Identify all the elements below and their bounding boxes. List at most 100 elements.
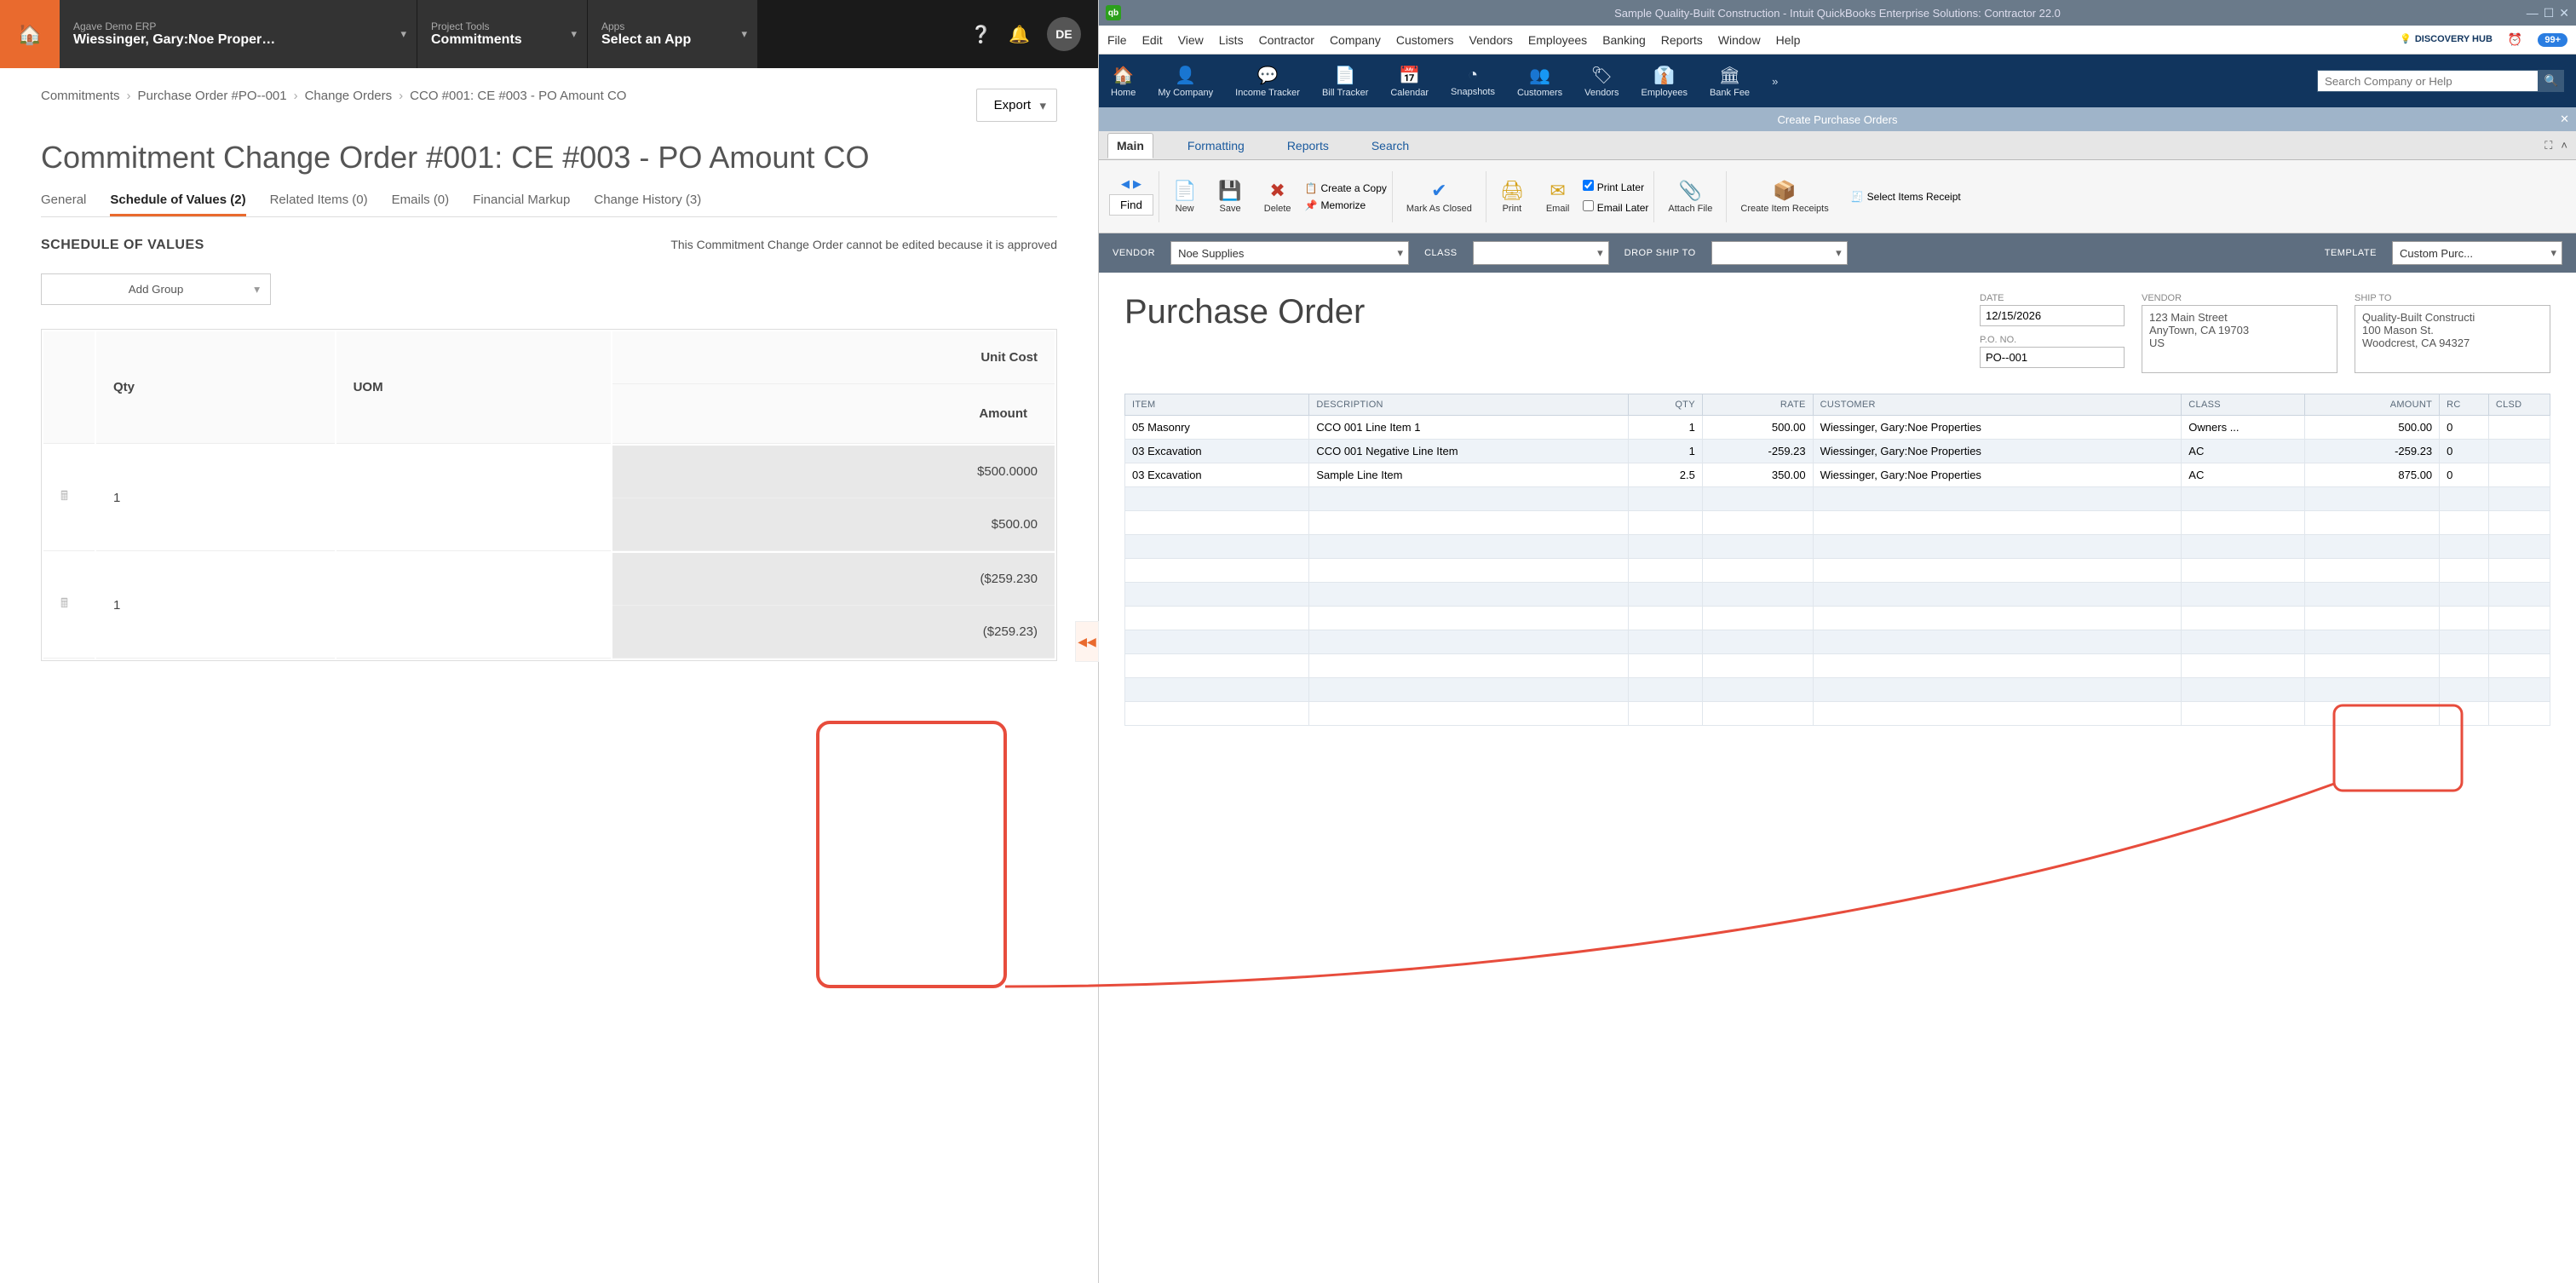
mark-closed-button[interactable]: ✔Mark As Closed: [1398, 180, 1481, 214]
tb-vendors[interactable]: 🏷Vendors: [1584, 65, 1619, 98]
find-button[interactable]: Find: [1109, 194, 1153, 216]
table-row[interactable]: 05 MasonryCCO 001 Line Item 11500.00Wies…: [1125, 416, 2550, 440]
vendor-addr-label: VENDOR: [2142, 293, 2337, 303]
maximize-icon[interactable]: ☐: [2544, 6, 2555, 20]
tb-customers[interactable]: 👥Customers: [1517, 65, 1562, 98]
help-icon[interactable]: ❔: [970, 24, 992, 45]
table-row[interactable]: 🖩 1 $500.0000 $500.00: [43, 446, 1055, 551]
menu-lists[interactable]: Lists: [1219, 33, 1244, 47]
tab-sov[interactable]: Schedule of Values (2): [110, 186, 245, 216]
table-row[interactable]: 03 ExcavationCCO 001 Negative Line Item1…: [1125, 440, 2550, 463]
new-button[interactable]: 📄New: [1164, 180, 1205, 214]
tb-my-company[interactable]: 👤My Company: [1158, 65, 1213, 98]
tab-emails[interactable]: Emails (0): [392, 186, 450, 216]
tab-markup[interactable]: Financial Markup: [473, 186, 570, 216]
menu-banking[interactable]: Banking: [1602, 33, 1646, 47]
avatar[interactable]: DE: [1047, 17, 1081, 51]
tb-home[interactable]: 🏠Home: [1111, 65, 1136, 98]
table-row[interactable]: 03 ExcavationSample Line Item2.5350.00Wi…: [1125, 463, 2550, 487]
project-tools-selector[interactable]: Project Tools Commitments: [417, 0, 588, 68]
tb-income-tracker[interactable]: 💬Income Tracker: [1235, 65, 1300, 98]
menu-customers[interactable]: Customers: [1396, 33, 1454, 47]
menu-reports[interactable]: Reports: [1661, 33, 1703, 47]
apps-selector[interactable]: Apps Select an App: [588, 0, 758, 68]
menu-vendors[interactable]: Vendors: [1469, 33, 1513, 47]
next-icon[interactable]: ▶: [1133, 177, 1141, 191]
crumb-change-orders[interactable]: Change Orders: [305, 89, 393, 103]
bell-icon[interactable]: 🔔: [1009, 24, 1030, 45]
shipto-address[interactable]: Quality-Built Constructi 100 Mason St. W…: [2355, 305, 2550, 373]
table-row[interactable]: [1125, 583, 2550, 607]
chevron-up-icon[interactable]: ˄: [2561, 139, 2567, 152]
table-row[interactable]: [1125, 535, 2550, 559]
crumb-po[interactable]: Purchase Order #PO--001: [138, 89, 287, 103]
menu-view[interactable]: View: [1178, 33, 1204, 47]
notification-badge[interactable]: 99+: [2538, 33, 2567, 47]
expand-icon[interactable]: ⛶: [2544, 139, 2552, 152]
pono-input[interactable]: [1980, 347, 2125, 368]
col-qty: QTY: [1629, 394, 1703, 416]
qb-window-title: Sample Quality-Built Construction - Intu…: [1614, 7, 2061, 20]
collapse-handle[interactable]: ◀◀: [1075, 621, 1099, 662]
create-copy-button[interactable]: 📋Create a Copy: [1305, 182, 1387, 194]
menu-help[interactable]: Help: [1776, 33, 1801, 47]
erp-selector[interactable]: Agave Demo ERP Wiessinger, Gary:Noe Prop…: [60, 0, 417, 68]
reminder-icon[interactable]: ⏰: [2508, 32, 2522, 47]
close-icon[interactable]: ✕: [2559, 6, 2569, 20]
tb-bank-feeds[interactable]: 🏛Bank Fee: [1710, 65, 1750, 98]
menu-file[interactable]: File: [1107, 33, 1127, 47]
table-row[interactable]: 🖩 1 ($259.230 ($259.23): [43, 553, 1055, 659]
prev-icon[interactable]: ◀: [1121, 177, 1130, 191]
add-group-button[interactable]: Add Group: [41, 273, 271, 305]
home-button[interactable]: 🏠: [0, 0, 60, 68]
tb-bill-tracker[interactable]: 📄Bill Tracker: [1322, 65, 1368, 98]
table-row[interactable]: [1125, 607, 2550, 630]
table-row[interactable]: [1125, 487, 2550, 511]
create-item-receipts-button[interactable]: 📦Create Item Receipts: [1732, 180, 1837, 214]
tab-reports[interactable]: Reports: [1279, 134, 1337, 158]
email-later-checkbox[interactable]: Email Later: [1583, 200, 1648, 214]
tb-employees[interactable]: 👔Employees: [1642, 65, 1688, 98]
doc-close-icon[interactable]: ✕: [2560, 112, 2569, 126]
select-items-receipt-button[interactable]: 🧾Select Items Receipt: [1851, 191, 1961, 203]
export-button[interactable]: Export: [976, 89, 1057, 122]
dropship-select[interactable]: [1711, 241, 1848, 265]
tab-formatting[interactable]: Formatting: [1179, 134, 1253, 158]
vendor-address[interactable]: 123 Main Street AnyTown, CA 19703 US: [2142, 305, 2337, 373]
menu-company[interactable]: Company: [1330, 33, 1381, 47]
menu-contractor[interactable]: Contractor: [1259, 33, 1314, 47]
discovery-hub-button[interactable]: 💡DISCOVERY HUB: [2400, 35, 2493, 44]
tab-general[interactable]: General: [41, 186, 86, 216]
tb-snapshots[interactable]: ◔Snapshots: [1451, 66, 1495, 97]
table-row[interactable]: [1125, 654, 2550, 678]
table-row[interactable]: [1125, 678, 2550, 702]
menu-edit[interactable]: Edit: [1142, 33, 1163, 47]
template-select[interactable]: Custom Purc...: [2392, 241, 2562, 265]
date-input[interactable]: [1980, 305, 2125, 326]
memorize-button[interactable]: 📌Memorize: [1305, 199, 1387, 211]
print-button[interactable]: 🖨Print: [1492, 180, 1532, 214]
attach-file-button[interactable]: 📎Attach File: [1659, 180, 1721, 214]
tb-calendar[interactable]: 📅Calendar: [1390, 65, 1429, 98]
email-button[interactable]: ✉Email: [1538, 180, 1578, 214]
table-row[interactable]: [1125, 511, 2550, 535]
print-later-checkbox[interactable]: Print Later: [1583, 180, 1648, 193]
tab-main[interactable]: Main: [1107, 133, 1153, 158]
menu-employees[interactable]: Employees: [1528, 33, 1587, 47]
minimize-icon[interactable]: —: [2527, 6, 2539, 20]
menu-window[interactable]: Window: [1718, 33, 1761, 47]
class-select[interactable]: [1473, 241, 1609, 265]
table-row[interactable]: [1125, 559, 2550, 583]
toolbar-overflow-icon[interactable]: »: [1772, 75, 1778, 88]
search-button[interactable]: 🔍: [2539, 70, 2564, 92]
tab-related[interactable]: Related Items (0): [270, 186, 368, 216]
vendor-select[interactable]: Noe Supplies: [1170, 241, 1409, 265]
search-input[interactable]: [2317, 70, 2539, 92]
tab-history[interactable]: Change History (3): [594, 186, 701, 216]
tab-search[interactable]: Search: [1363, 134, 1417, 158]
save-button[interactable]: 💾Save: [1210, 180, 1250, 214]
table-row[interactable]: [1125, 630, 2550, 654]
delete-button[interactable]: ✖Delete: [1256, 180, 1300, 214]
table-row[interactable]: [1125, 702, 2550, 726]
crumb-commitments[interactable]: Commitments: [41, 89, 120, 103]
